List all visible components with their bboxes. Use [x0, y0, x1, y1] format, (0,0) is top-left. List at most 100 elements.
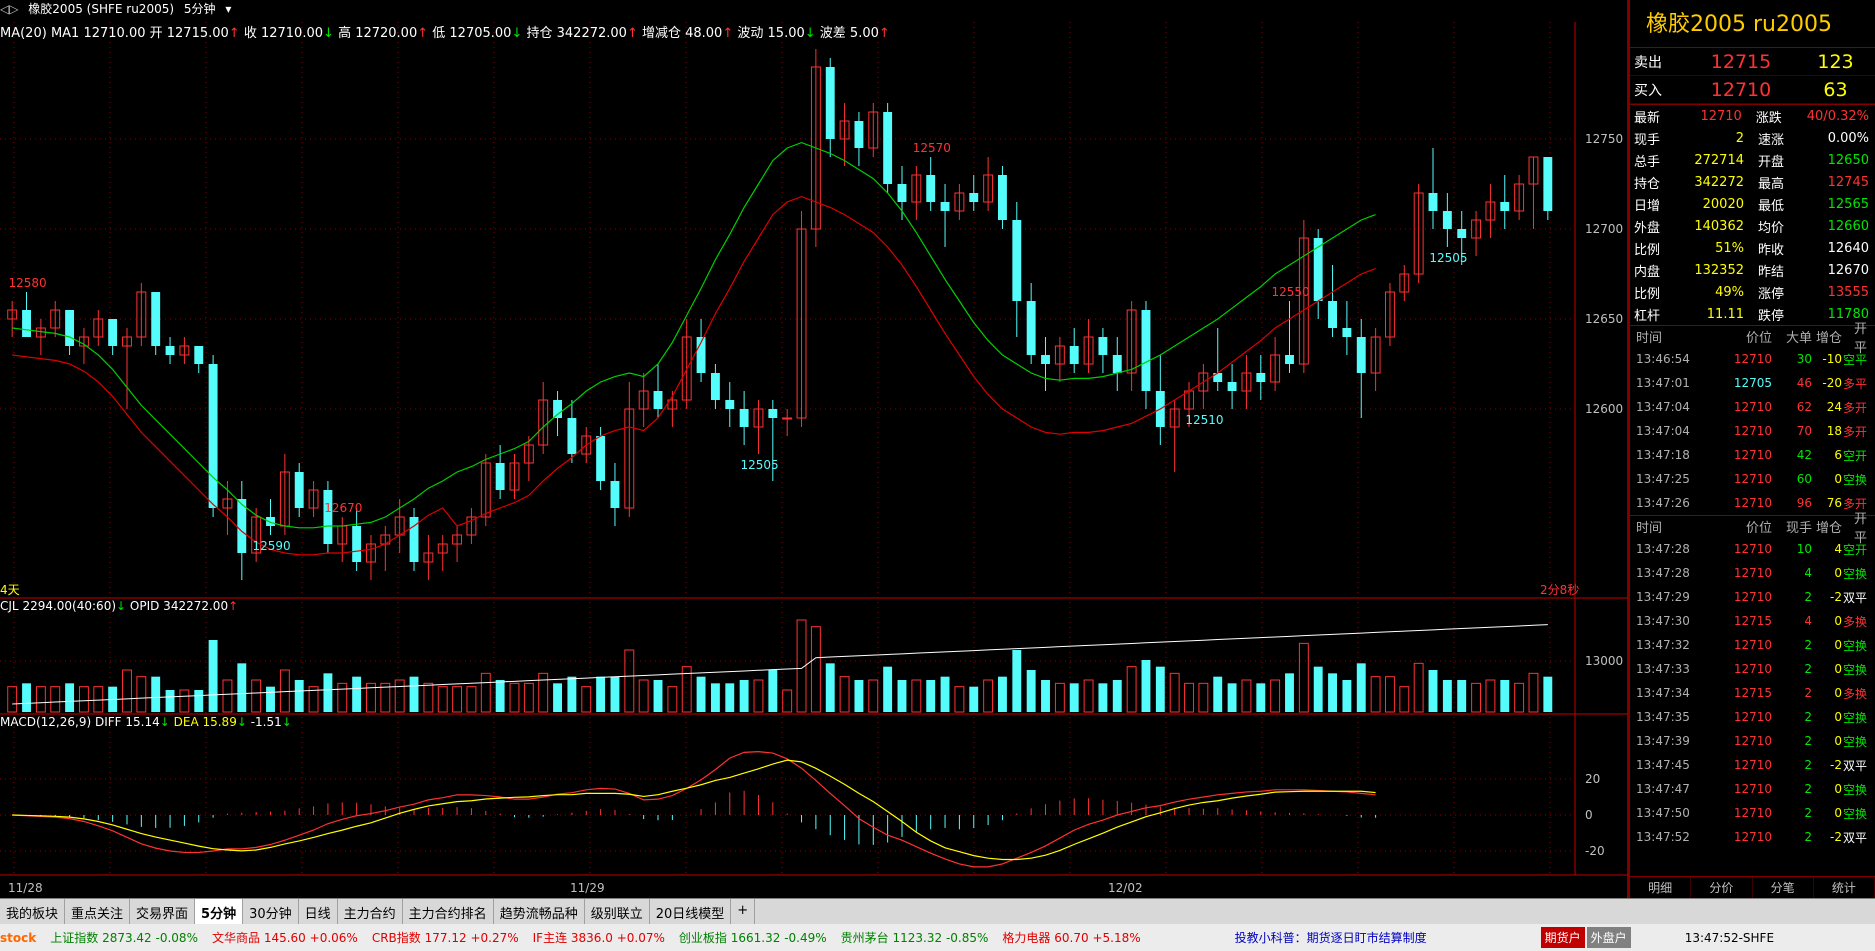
price-annotation: 12550: [1271, 285, 1310, 299]
stat-label: 跌停: [1758, 308, 1785, 324]
buy-row[interactable]: 买入 12710 63: [1630, 76, 1875, 104]
brand-logo: stock: [0, 930, 37, 945]
table-row[interactable]: 13:47:30 12715 4 0 多换: [1630, 609, 1875, 633]
stat-label: 比例: [1634, 286, 1661, 302]
candle-body: [725, 400, 735, 409]
stat-row: 外盘 140362 均价 12660: [1630, 215, 1875, 237]
volume-bar: [466, 686, 477, 713]
volume-bar: [810, 626, 821, 713]
bottom-tab[interactable]: 级别联立: [585, 899, 650, 924]
index-ticker[interactable]: 贵州茅台 1123.32 -0.85%: [841, 929, 989, 946]
volume-bar: [1457, 680, 1467, 712]
bottom-tab[interactable]: 主力合约: [338, 899, 403, 924]
open-value: 开 12715.00: [149, 26, 229, 41]
table-row[interactable]: 13:46:54 12710 30 -10 空平: [1630, 347, 1875, 371]
cell-qty: 4: [1804, 614, 1812, 628]
bottom-tab[interactable]: 趋势流畅品种: [494, 899, 585, 924]
table-row[interactable]: 13:47:47 12710 2 0 空换: [1630, 777, 1875, 801]
table-row[interactable]: 13:47:32 12710 2 0 空换: [1630, 633, 1875, 657]
cell-time: 13:47:45: [1636, 758, 1690, 772]
back-icon[interactable]: ◁▷: [0, 2, 18, 16]
cell-time: 13:47:28: [1636, 566, 1690, 580]
index-ticker[interactable]: IF主连 3836.0 +0.07%: [533, 929, 665, 946]
index-ticker[interactable]: 格力电器 60.70 +5.18%: [1002, 929, 1140, 946]
bottom-tab[interactable]: +: [731, 899, 756, 924]
cell-price: 12710: [1733, 542, 1772, 556]
sell-row[interactable]: 卖出 12715 123: [1630, 48, 1875, 76]
volume-bar: [22, 683, 31, 712]
stat-row: 日增 20020 最低 12565: [1630, 193, 1875, 215]
period-dropdown[interactable]: 5分钟 ▾: [184, 2, 231, 16]
table-row[interactable]: 13:47:26 12710 96 76 多开: [1630, 491, 1875, 515]
table-row[interactable]: 13:47:45 12710 2 -2 双平: [1630, 753, 1875, 777]
index-ticker[interactable]: 上证指数 2873.42 -0.08%: [50, 929, 198, 946]
detail-tab[interactable]: 分价: [1691, 877, 1753, 898]
index-ticker[interactable]: 创业板指 1661.32 -0.49%: [679, 929, 827, 946]
price-tick: 12650: [1585, 312, 1623, 326]
bottom-tab[interactable]: 重点关注: [65, 899, 131, 924]
index-ticker[interactable]: 文华商品 145.60 +0.06%: [212, 929, 358, 946]
cell-time: 13:47:18: [1636, 448, 1690, 462]
column-header: 价位: [1745, 521, 1772, 536]
price-annotation: 12510: [1185, 413, 1224, 427]
detail-tab[interactable]: 明细: [1630, 877, 1692, 898]
status-bar: stock 上证指数 2873.42 -0.08% 文华商品 145.60 +0.0…: [0, 924, 1875, 951]
table-row[interactable]: 13:47:28 12710 4 0 空换: [1630, 561, 1875, 585]
detail-tabs[interactable]: 明细 分价 分笔 统计: [1630, 876, 1875, 898]
chart-area[interactable]: 12750 12700 12650 12600 13000 20 0 -20 11/28 11/2…: [0, 0, 1628, 898]
detail-tab[interactable]: 分笔: [1753, 877, 1814, 898]
volume-bar: [696, 676, 706, 712]
table-row[interactable]: 13:47:25 12710 60 0 空换: [1630, 467, 1875, 491]
table-row[interactable]: 13:47:50 12710 2 0 空换: [1630, 801, 1875, 825]
table-row[interactable]: 13:47:01 12705 46 -20 多平: [1630, 371, 1875, 395]
tip-text[interactable]: 投教小科普：期货逐日盯市结算制度: [1235, 929, 1427, 946]
quote-panel: 橡胶2005 ru2005 卖出 12715 123 买入 12710 63 最新 127…: [1628, 0, 1875, 898]
cell-qty: 2: [1804, 782, 1812, 796]
volume-bar: [926, 680, 936, 712]
candle-body: [208, 364, 218, 508]
bottom-tab[interactable]: 30分钟: [243, 899, 299, 924]
bottom-tab[interactable]: 日线: [299, 899, 338, 924]
table-row[interactable]: 13:47:28 12710 10 4 空开: [1630, 537, 1875, 561]
cell-oi: 0: [1834, 614, 1842, 628]
bottom-tab[interactable]: 交易界面: [130, 899, 196, 924]
table-header: 时间 价位 现手 增仓 开平: [1630, 512, 1875, 546]
table-row[interactable]: 13:47:35 12710 2 0 空换: [1630, 705, 1875, 729]
candle-body: [65, 310, 75, 346]
futures-account-button[interactable]: 期货户: [1540, 927, 1585, 948]
index-ticker[interactable]: CRB指数 177.12 +0.27%: [372, 929, 519, 946]
table-row[interactable]: 13:47:18 12710 42 6 空开: [1630, 443, 1875, 467]
table-row[interactable]: 13:47:52 12710 2 -2 双平: [1630, 825, 1875, 849]
bottom-tab-bar[interactable]: 我的板块 重点关注 交易界面 5分钟 30分钟 日线 主力合约 主力合约排名 趋势流畅品种 级别联…: [0, 898, 1875, 924]
candle-body: [1543, 157, 1553, 211]
volume-bar: [1155, 666, 1165, 712]
detail-tab[interactable]: 统计: [1814, 877, 1875, 898]
cell-qty: 46: [1796, 376, 1812, 390]
table-row[interactable]: 13:47:34 12715 2 0 多换: [1630, 681, 1875, 705]
bottom-tab[interactable]: 主力合约排名: [403, 899, 494, 924]
cell-price: 12715: [1733, 614, 1772, 628]
stat-label: 最高: [1758, 176, 1785, 192]
foreign-account-button[interactable]: 外盘户: [1586, 927, 1631, 948]
cell-price: 12710: [1733, 830, 1772, 844]
bottom-tab[interactable]: 20日线模型: [650, 899, 732, 924]
stat-label: 外盘: [1634, 220, 1661, 236]
table-row[interactable]: 13:47:33 12710 2 0 空换: [1630, 657, 1875, 681]
big-order-table[interactable]: 时间 价位 大单 增仓 开平 13:46:54 12710 30 -10 空平 13:47:01 12…: [1630, 322, 1875, 515]
table-row[interactable]: 13:47:39 12710 2 0 空换: [1630, 729, 1875, 753]
kline-svg[interactable]: 12750 12700 12650 12600 13000 20 0 -20 11/28 11/2…: [0, 0, 1628, 898]
cell-qty: 2: [1804, 686, 1812, 700]
table-row[interactable]: 13:47:04 12710 62 24 多开: [1630, 395, 1875, 419]
volume-bar: [538, 672, 549, 713]
tick-table[interactable]: 时间 价位 现手 增仓 开平 13:47:28 12710 10 4 空开 13:47:28 1271…: [1630, 512, 1875, 849]
volume-bar: [1270, 679, 1281, 713]
cell-time: 13:47:35: [1636, 710, 1690, 724]
table-row[interactable]: 13:47:29 12710 2 -2 双平: [1630, 585, 1875, 609]
volume-bar: [294, 680, 304, 712]
candle-body: [854, 121, 864, 148]
bottom-tab[interactable]: 5分钟: [195, 899, 244, 924]
table-row[interactable]: 13:47:04 12710 70 18 多开: [1630, 419, 1875, 443]
cell-price: 12710: [1733, 734, 1772, 748]
stat-row: 比例 49% 涨停 13555: [1630, 281, 1875, 303]
bottom-tab[interactable]: 我的板块: [0, 899, 66, 924]
